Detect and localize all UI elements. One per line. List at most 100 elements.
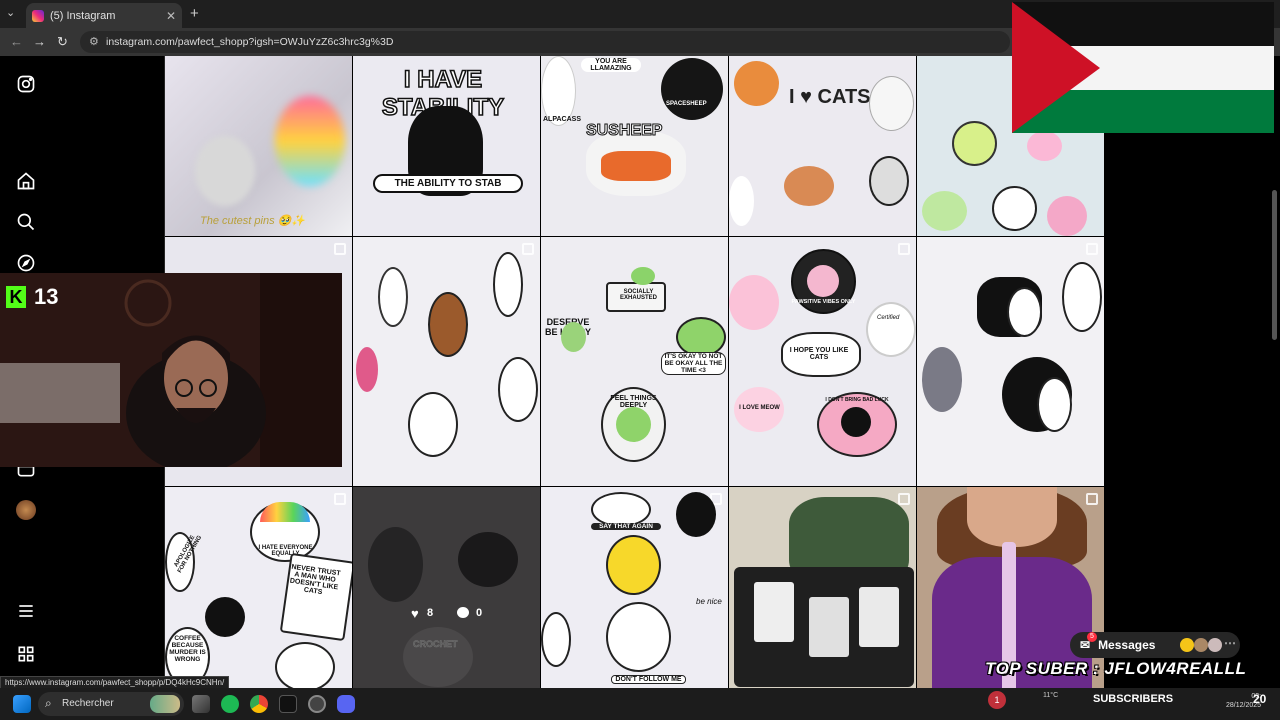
url-field[interactable]: ⚙ instagram.com/pawfect_shopp?igsh=OWJuY… (80, 31, 1010, 53)
cat-pin (606, 602, 671, 672)
spotify-icon[interactable] (221, 695, 239, 713)
spacesheep-pin (661, 58, 723, 120)
cat-astronaut-pin (498, 357, 538, 422)
discord-icon[interactable] (337, 695, 355, 713)
pin-text: SAY THAT AGAIN (591, 523, 661, 530)
pin-text: Certified (877, 315, 900, 321)
certified-pin (866, 302, 916, 357)
carousel-icon (334, 243, 346, 255)
tab-search-chevron-icon[interactable]: ⌄ (6, 6, 15, 19)
carousel-icon (1086, 243, 1098, 255)
meow-pin (729, 275, 779, 330)
windows-start-icon[interactable] (13, 695, 31, 713)
search-placeholder: Rechercher (62, 698, 114, 709)
obs-icon[interactable] (308, 695, 326, 713)
white-cat (1037, 377, 1072, 432)
home-icon[interactable] (16, 171, 36, 191)
white-cat-pin (869, 76, 914, 131)
white-cat-pin (275, 642, 335, 688)
more-icon[interactable]: ⋯ (1224, 636, 1236, 650)
more-menu-icon[interactable] (16, 601, 36, 621)
file-explorer-icon[interactable] (192, 695, 210, 713)
reload-icon[interactable]: ↻ (57, 34, 68, 50)
search-icon: ⌕ (45, 696, 52, 710)
post-caption: The cutest pins 🥹✨ (200, 215, 306, 227)
tab-instagram[interactable]: (5) Instagram ✕ (26, 3, 182, 28)
post-tile[interactable]: PAWSITIVE VIBES ONLY Certified I HOPE YO… (729, 237, 916, 486)
forward-icon[interactable]: → (33, 34, 46, 49)
post-tile[interactable] (353, 237, 540, 486)
cat-pin (869, 156, 909, 206)
pin-text: SPACESHEEP (666, 101, 707, 107)
post-tile[interactable]: ALPACASS YOU ARE LLAMAZING SPACESHEEP SU… (541, 56, 728, 236)
pin-text: YOU ARE LLAMAZING (581, 58, 641, 72)
notification-badge[interactable]: 1 (988, 691, 1006, 709)
search-icon[interactable] (16, 212, 36, 232)
pin-text: COFFEE BECAUSE MURDER IS WRONG (169, 635, 206, 663)
horse-doctor-pin (428, 292, 468, 357)
avatar (1180, 638, 1194, 652)
explore-icon[interactable] (16, 253, 36, 273)
palestine-flag-overlay (1012, 2, 1274, 133)
carousel-icon (898, 243, 910, 255)
cat-pin (541, 612, 571, 667)
card (809, 597, 849, 657)
tiktok-icon[interactable] (279, 695, 297, 713)
post-tile[interactable]: SAY THAT AGAIN DON'T FOLLOW ME be nice (541, 487, 728, 688)
kick-logo-icon: K (6, 286, 26, 308)
post-tile[interactable] (917, 237, 1104, 486)
pin-text: CROCHET (413, 639, 458, 650)
tab-title: (5) Instagram (50, 9, 116, 22)
pin-text: IT'S OKAY TO NOT BE OKAY ALL THE TIME <3 (661, 352, 726, 375)
pin-text: ALPACASS (543, 116, 581, 123)
frog-pin (561, 322, 586, 352)
viewer-count: 13 (34, 284, 59, 309)
comment-icon (457, 607, 469, 618)
scrollbar-thumb[interactable] (1272, 190, 1277, 340)
close-tab-icon[interactable]: ✕ (166, 9, 176, 23)
reel-icon (898, 493, 910, 505)
cat-pin (368, 527, 423, 602)
instagram-favicon (32, 9, 44, 22)
cow-doctor-pin (378, 267, 408, 327)
pin (356, 347, 378, 392)
heart-cat-pin (784, 166, 834, 206)
post-tile[interactable]: I HATE EVERYONE EQUALLY NEVER TRUST A MA… (165, 487, 352, 688)
weather-temp[interactable]: 11°C (1043, 692, 1058, 699)
back-icon[interactable]: ← (10, 34, 23, 49)
post-tile[interactable]: I HAVE STABILITY THE ABILITY TO STAB (353, 56, 540, 236)
cat-pin (992, 186, 1037, 231)
chrome-icon[interactable] (250, 695, 268, 713)
post-tile[interactable]: I ♥ CATS (729, 56, 916, 236)
card (754, 582, 794, 642)
post-tile[interactable]: The cutest pins 🥹✨ (165, 56, 352, 236)
post-tile[interactable] (917, 487, 1104, 688)
post-tile[interactable] (729, 487, 916, 688)
like-count: 8 (427, 607, 434, 619)
pin-text: I LOVE MEOW (739, 405, 780, 411)
meta-apps-icon[interactable] (16, 644, 36, 664)
new-tab-icon[interactable]: + (190, 5, 199, 22)
pin-text: THE ABILITY TO STAB (373, 174, 523, 193)
taskbar-search[interactable]: ⌕ Rechercher (38, 692, 184, 716)
coffee-cat-pin (205, 597, 245, 637)
profile-avatar[interactable] (16, 500, 36, 520)
cat-pin (591, 492, 651, 527)
site-info-icon[interactable]: ⚙ (89, 35, 99, 48)
subscribers-label: SUBSCRIBERS (1093, 693, 1174, 705)
frog-pin (631, 267, 655, 285)
flower-pin (952, 121, 997, 166)
frog-pin (676, 317, 726, 357)
kick-viewer-count: K 13 (6, 284, 58, 310)
goose-pin (493, 252, 523, 317)
cat-doctor-pin (408, 392, 458, 457)
pin-text: I ♥ CATS (789, 86, 871, 108)
post-tile[interactable]: SOCIALLY EXHAUSTED DESERVE BE HAPPY IT'S… (541, 237, 728, 486)
blurred-pin (195, 136, 255, 206)
rainbow (260, 502, 310, 522)
card (859, 587, 899, 647)
post-tile-hover[interactable]: CROCHET ♥ 8 0 (353, 487, 540, 688)
instagram-logo-icon[interactable] (16, 74, 36, 94)
pin-text: be nice (696, 597, 722, 606)
comment-count: 0 (476, 607, 483, 619)
